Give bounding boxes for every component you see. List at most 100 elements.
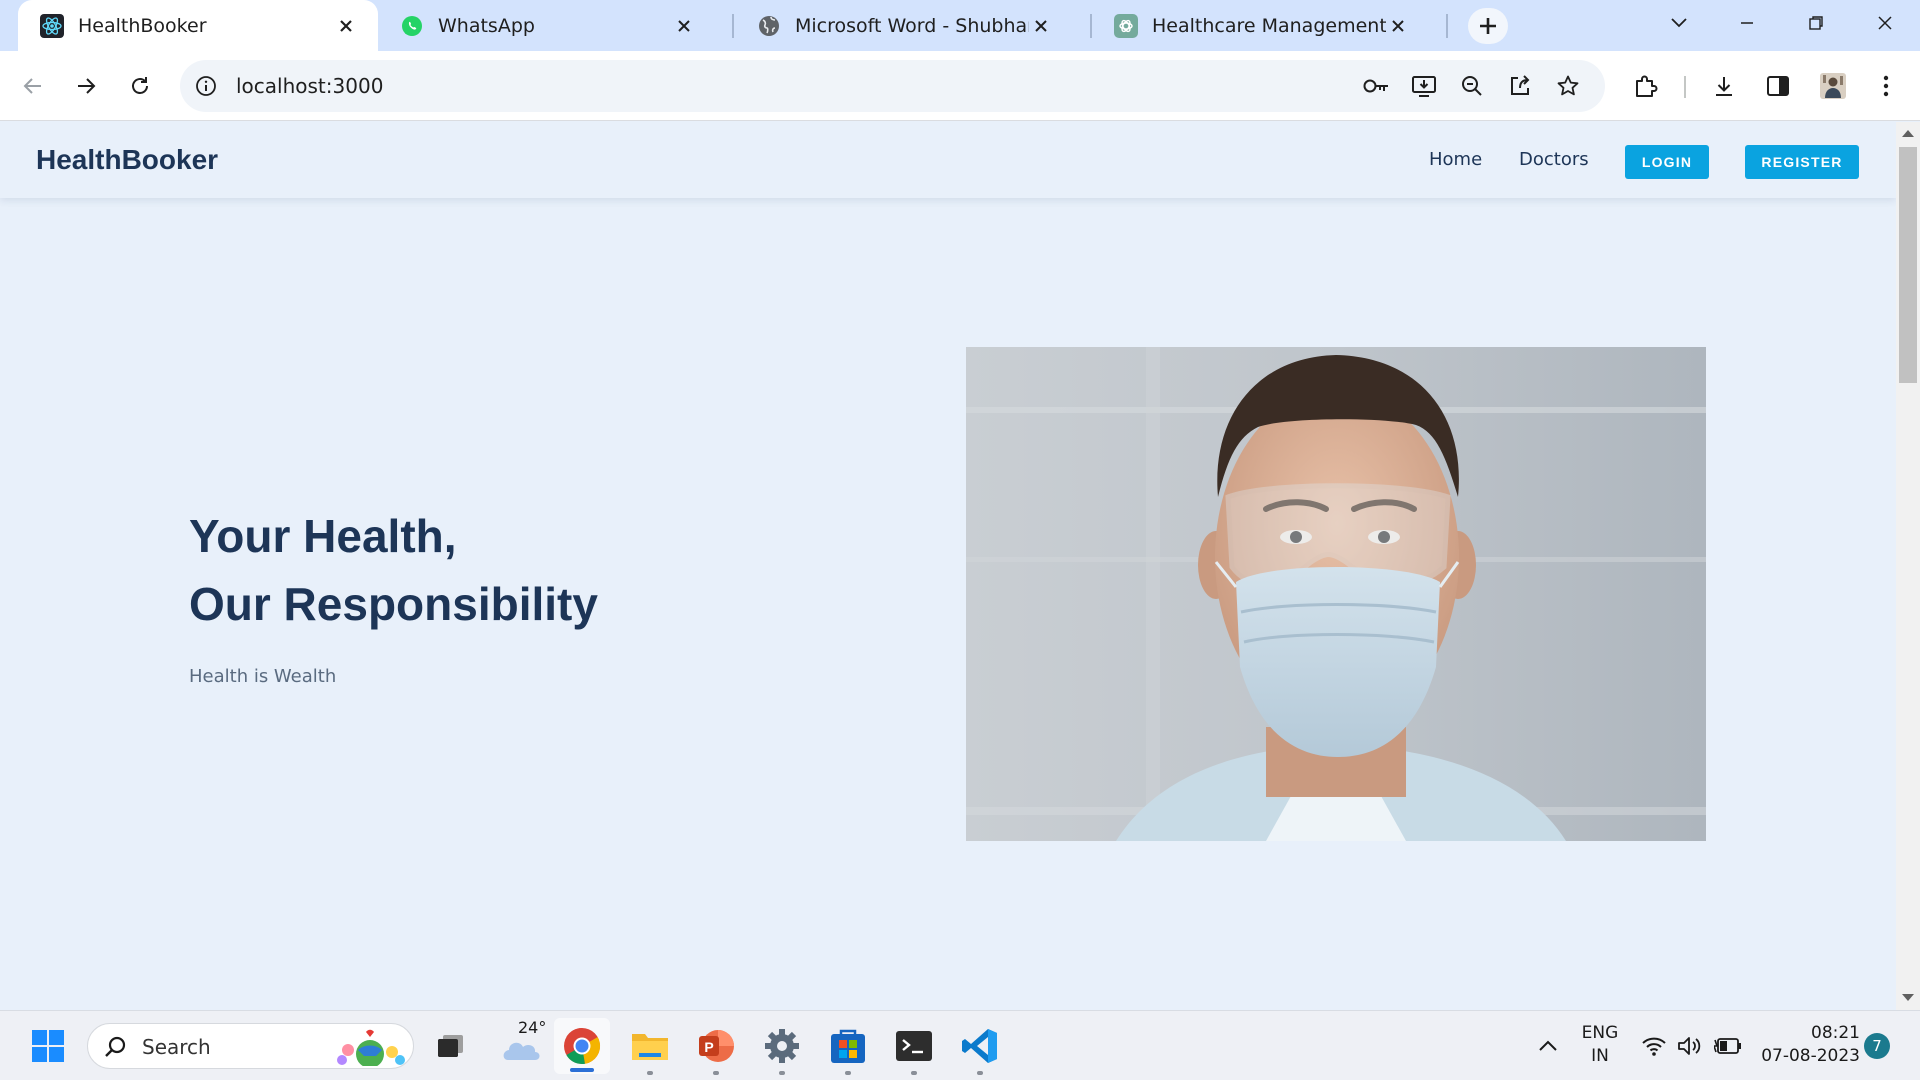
taskbar-app-powerpoint[interactable]: P [694,1024,738,1075]
taskbar-app-store[interactable] [826,1024,870,1075]
login-button[interactable]: LOGIN [1625,145,1709,179]
minimize-button[interactable] [1722,0,1772,46]
chevron-up-icon [1539,1040,1557,1051]
browser-tab-whatsapp[interactable]: WhatsApp [378,0,716,51]
browser-tab-healthbooker[interactable]: HealthBooker [18,0,378,51]
terminal-icon [896,1031,932,1061]
svg-text:P: P [704,1039,713,1055]
scroll-down-arrow[interactable] [1902,994,1914,1001]
side-panel-icon [1767,76,1789,96]
url-text[interactable]: localhost:3000 [236,60,383,112]
store-icon [831,1029,865,1063]
battery-charging-icon [1714,1038,1741,1054]
page-scrollbar[interactable] [1896,122,1920,1010]
more-vert-icon [1883,75,1889,97]
clock[interactable]: 08:21 07-08-2023 [1756,1022,1860,1068]
nav-link-home[interactable]: Home [1429,122,1482,198]
back-button[interactable] [15,68,51,104]
side-panel-button[interactable] [1760,68,1796,104]
hero-subtitle: Health is Wealth [189,666,337,687]
clock-date: 07-08-2023 [1761,1046,1860,1066]
vscode-icon [962,1029,997,1063]
task-view-button[interactable] [428,1024,472,1068]
share-icon[interactable] [1506,73,1534,99]
tab-title: Healthcare Management Platfo [1152,14,1386,37]
arrow-right-icon [78,78,96,94]
scroll-up-arrow[interactable] [1902,130,1914,137]
close-window-button[interactable] [1860,0,1910,46]
doctor-face-mask-photo [966,347,1706,841]
language-indicator[interactable]: ENG IN [1572,1022,1628,1068]
site-navbar: HealthBooker Home Doctors LOGIN REGISTER [0,122,1896,198]
running-indicator [713,1071,719,1075]
volume-icon [1678,1037,1701,1055]
active-indicator [570,1068,594,1072]
reload-button[interactable] [122,68,158,104]
address-bar[interactable]: localhost:3000 [180,60,1605,112]
install-app-icon[interactable] [1410,73,1438,99]
scrollbar-thumb[interactable] [1899,147,1917,383]
hero-heading: Your Health, Our Responsibility [189,502,598,638]
avatar [1820,73,1846,99]
hero-image [966,347,1706,841]
puzzle-icon [1636,75,1658,97]
powerpoint-icon: P [699,1030,734,1062]
close-tab-icon[interactable] [672,14,696,38]
browser-tab-word[interactable]: Microsoft Word - Shubham fina [735,0,1073,51]
folder-icon [632,1034,668,1060]
browser-tab-strip: HealthBooker WhatsApp Microsoft Word - S… [0,0,1920,51]
site-info-icon[interactable] [193,73,219,99]
tab-title: Microsoft Word - Shubham fina [795,14,1029,37]
toolbar-divider [1684,76,1686,98]
close-tab-icon[interactable] [1386,14,1410,38]
register-button[interactable]: REGISTER [1745,145,1859,179]
extensions-button[interactable] [1628,68,1664,104]
browser-toolbar: localhost:3000 [0,51,1920,121]
close-tab-icon[interactable] [1029,14,1053,38]
profile-button[interactable] [1815,68,1851,104]
globe-icon [757,14,781,38]
browser-tab-chatgpt[interactable]: Healthcare Management Platfo [1092,0,1430,51]
password-key-icon[interactable] [1362,73,1390,99]
taskbar-app-terminal[interactable] [892,1024,936,1075]
windows-logo-icon [32,1030,64,1062]
menu-button[interactable] [1868,68,1904,104]
arrow-left-icon [23,78,41,94]
chrome-icon [564,1028,601,1065]
running-indicator [911,1071,917,1075]
search-highlight-icon [337,1029,405,1066]
restore-button[interactable] [1791,0,1841,46]
windows-taskbar: Search 24° P ENG IN 08:21 07-08-2023 7 [0,1010,1920,1080]
start-button[interactable] [26,1024,70,1068]
search-icon [105,1036,126,1057]
taskbar-search[interactable]: Search [87,1023,414,1069]
download-icon [1716,77,1732,96]
tab-search-button[interactable] [1654,0,1704,46]
bookmark-star-icon[interactable] [1554,73,1582,99]
weather-widget[interactable]: 24° [494,1018,550,1068]
search-label: Search [142,1035,211,1059]
close-tab-icon[interactable] [334,14,358,38]
notification-badge[interactable]: 7 [1864,1033,1890,1059]
downloads-button[interactable] [1706,68,1742,104]
region-code: IN [1591,1046,1609,1066]
taskbar-app-file-explorer[interactable] [628,1024,672,1075]
hero-heading-line1: Your Health, [189,510,457,562]
react-icon [40,13,64,38]
tab-divider [732,14,734,38]
tab-title: WhatsApp [438,14,535,37]
tab-divider [1446,14,1448,38]
taskbar-app-settings[interactable] [760,1024,804,1075]
zoom-icon[interactable] [1458,73,1486,99]
forward-button[interactable] [68,68,104,104]
show-hidden-icons-button[interactable] [1526,1024,1570,1068]
new-tab-button[interactable] [1468,8,1508,44]
taskbar-app-chrome[interactable] [554,1018,610,1074]
chevron-down-icon [1671,18,1687,28]
taskbar-app-vscode[interactable] [958,1024,1002,1075]
battery-status[interactable] [1706,1024,1750,1068]
web-page: HealthBooker Home Doctors LOGIN REGISTER… [0,122,1896,1010]
site-logo[interactable]: HealthBooker [36,122,218,198]
nav-link-doctors[interactable]: Doctors [1519,122,1589,198]
plus-icon [1480,18,1496,34]
